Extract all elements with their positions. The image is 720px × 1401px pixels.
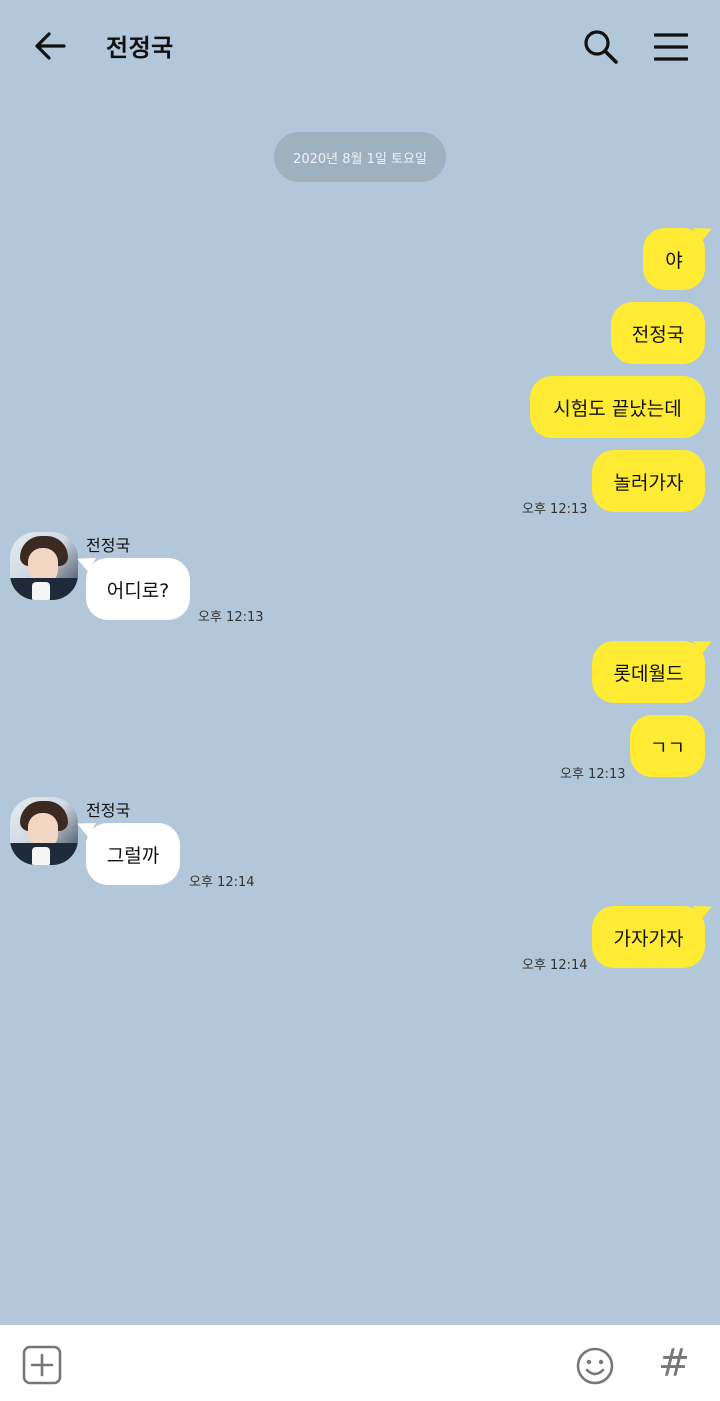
message-timestamp: 오후 12:14 bbox=[522, 958, 588, 973]
hamburger-menu-icon bbox=[654, 33, 688, 61]
date-divider: 2020년 8월 1일 토요일 bbox=[274, 132, 446, 182]
message-timestamp: 오후 12:14 bbox=[189, 875, 255, 890]
arrow-left-icon bbox=[35, 32, 66, 60]
menu-button[interactable] bbox=[648, 24, 694, 70]
plus-square-icon bbox=[22, 1345, 62, 1385]
my-message-bubble[interactable]: 가자가자 bbox=[592, 906, 705, 968]
chat-title: 전정국 bbox=[106, 34, 174, 62]
hashtag-button[interactable]: # bbox=[654, 1341, 694, 1385]
search-icon bbox=[584, 30, 618, 64]
friend-message-bubble[interactable]: 어디로? bbox=[86, 558, 190, 620]
search-button[interactable] bbox=[578, 24, 624, 70]
friend-message-bubble[interactable]: 그럴까 bbox=[86, 823, 180, 885]
sender-name: 전정국 bbox=[86, 801, 131, 820]
hashtag-icon: # bbox=[658, 1341, 690, 1385]
my-message-bubble[interactable]: 놀러가자 bbox=[592, 450, 705, 512]
my-message-bubble[interactable]: 롯데월드 bbox=[592, 641, 705, 703]
emoji-icon bbox=[576, 1347, 614, 1385]
sender-name: 전정국 bbox=[86, 536, 131, 555]
emoji-button[interactable] bbox=[574, 1345, 616, 1387]
my-message-bubble[interactable]: 시험도 끝났는데 bbox=[530, 376, 705, 438]
chat-header: 전정국 bbox=[0, 0, 720, 92]
my-message-bubble[interactable]: 전정국 bbox=[611, 302, 705, 364]
message-timestamp: 오후 12:13 bbox=[522, 502, 588, 517]
friend-avatar[interactable] bbox=[10, 532, 78, 600]
message-timestamp: 오후 12:13 bbox=[198, 610, 264, 625]
my-message-bubble[interactable]: 야 bbox=[643, 228, 705, 290]
back-button[interactable] bbox=[26, 24, 74, 68]
friend-avatar[interactable] bbox=[10, 797, 78, 865]
attach-button[interactable] bbox=[22, 1345, 62, 1385]
message-timestamp: 오후 12:13 bbox=[560, 767, 626, 782]
input-bar: # bbox=[0, 1325, 720, 1401]
my-message-bubble[interactable]: ㄱㄱ bbox=[630, 715, 705, 777]
